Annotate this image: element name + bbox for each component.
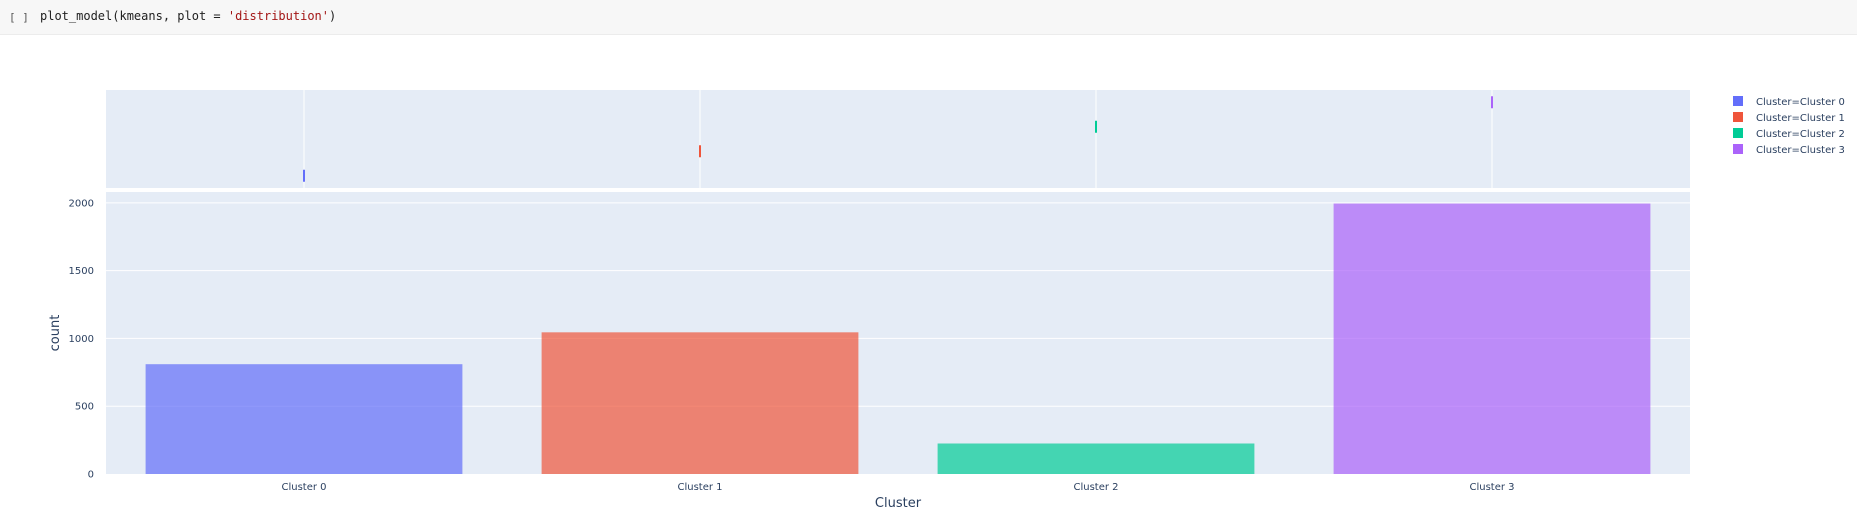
x-axis-title: Cluster — [875, 496, 922, 511]
legend-label[interactable]: Cluster=Cluster 2 — [1756, 129, 1845, 140]
legend-label[interactable]: Cluster=Cluster 3 — [1756, 145, 1845, 156]
legend-swatch[interactable] — [1733, 128, 1743, 138]
bar[interactable] — [145, 364, 463, 474]
y-axis-title: count — [48, 315, 63, 352]
legend: Cluster=Cluster 0 Cluster=Cluster 1 Cluste… — [1733, 96, 1845, 156]
y-tick-label: 2000 — [69, 198, 94, 209]
x-tick-label: Cluster 3 — [1469, 482, 1514, 493]
legend-label[interactable]: Cluster=Cluster 1 — [1756, 113, 1845, 124]
distribution-chart: 0 500 1000 1500 2000 Cluster 0 Cluster 1 Clust… — [48, 90, 1845, 511]
rug-plot-area — [106, 90, 1690, 188]
x-tick-label: Cluster 2 — [1073, 482, 1118, 493]
bar[interactable] — [937, 443, 1255, 474]
legend-swatch[interactable] — [1733, 112, 1743, 122]
y-tick-label: 1000 — [69, 334, 94, 345]
bar[interactable] — [1333, 203, 1651, 474]
legend-swatch[interactable] — [1733, 144, 1743, 154]
x-tick-label: Cluster 0 — [281, 482, 326, 493]
y-tick-label: 1500 — [69, 266, 94, 277]
legend-swatch[interactable] — [1733, 96, 1743, 106]
x-tick-label: Cluster 1 — [677, 482, 722, 493]
bar[interactable] — [541, 332, 859, 474]
y-tick-label: 500 — [75, 402, 94, 413]
legend-label[interactable]: Cluster=Cluster 0 — [1756, 97, 1845, 108]
y-tick-label: 0 — [88, 470, 94, 481]
